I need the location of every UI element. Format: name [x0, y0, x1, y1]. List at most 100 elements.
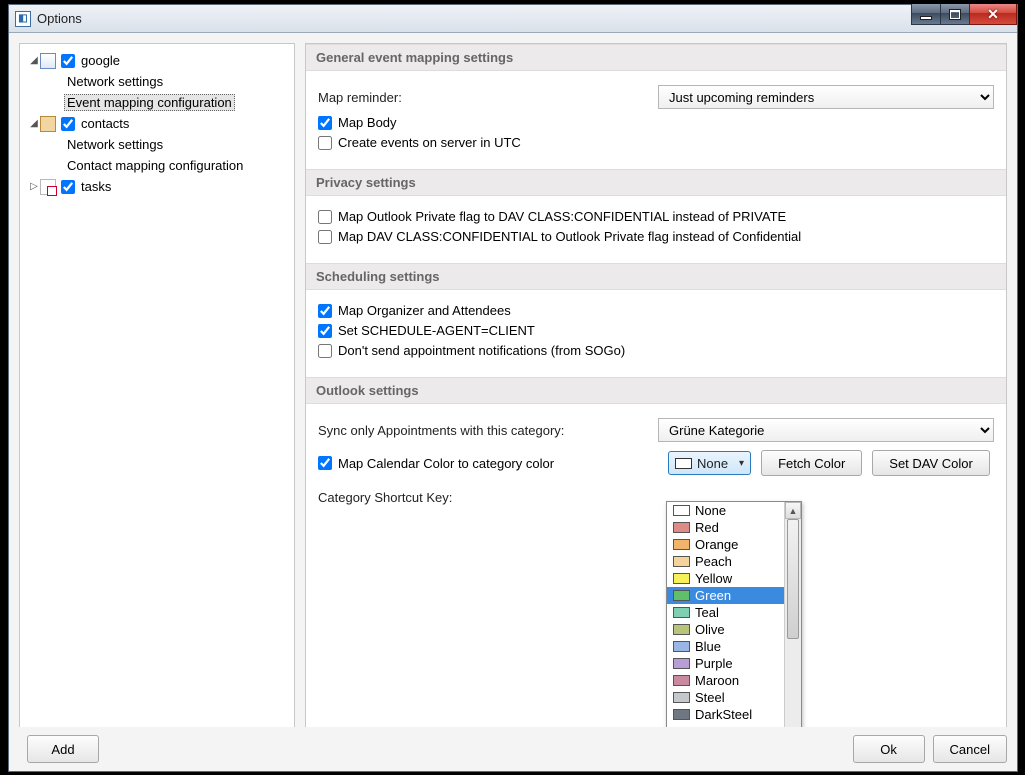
map-organizer-label: Map Organizer and Attendees	[338, 303, 511, 318]
close-button[interactable]: ✕	[969, 4, 1017, 25]
section-header-privacy: Privacy settings	[306, 169, 1006, 196]
contacts-icon	[40, 116, 56, 132]
color-dropdown[interactable]: None	[668, 451, 751, 475]
color-option-blue[interactable]: Blue	[667, 638, 784, 655]
footer: Add Ok Cancel	[9, 727, 1017, 771]
color-option-steel[interactable]: Steel	[667, 689, 784, 706]
schedule-agent-label: Set SCHEDULE-AGENT=CLIENT	[338, 323, 535, 338]
shortcut-key-label: Category Shortcut Key:	[318, 490, 658, 505]
scroll-up-button[interactable]: ▲	[785, 502, 801, 519]
color-dropdown-popup[interactable]: NoneRedOrange Peach Yellow Green Teal Olive Bl…	[666, 501, 802, 751]
color-swatch-icon	[673, 505, 690, 516]
color-swatch-icon	[673, 641, 690, 652]
color-swatch-icon	[673, 607, 690, 618]
titlebar[interactable]: ◧ Options ✕	[9, 5, 1017, 33]
fetch-color-button[interactable]: Fetch Color	[761, 450, 862, 476]
color-option-label: Teal	[695, 605, 719, 620]
tree-check-contacts[interactable]	[61, 117, 75, 131]
color-option-olive[interactable]: Olive	[667, 621, 784, 638]
utc-checkbox[interactable]	[318, 136, 332, 150]
tree-node-contacts-network[interactable]: Network settings	[24, 134, 290, 155]
expander-icon[interactable]: ▷	[28, 181, 40, 192]
set-dav-color-button[interactable]: Set DAV Color	[872, 450, 990, 476]
app-icon: ◧	[15, 11, 31, 27]
color-option-label: Orange	[695, 537, 738, 552]
window-title: Options	[37, 11, 82, 26]
suppress-notify-checkbox[interactable]	[318, 344, 332, 358]
color-swatch-icon	[673, 556, 690, 567]
map-organizer-checkbox[interactable]	[318, 304, 332, 318]
color-option-label: Green	[695, 588, 731, 603]
color-option-label: DarkSteel	[695, 707, 752, 722]
options-window: ◧ Options ✕ ◢ google Network settings Ev…	[8, 4, 1018, 772]
map-reminder-combo[interactable]: Just upcoming reminders	[658, 85, 994, 109]
map-body-checkbox[interactable]	[318, 116, 332, 130]
scroll-thumb[interactable]	[787, 519, 799, 639]
color-option-teal[interactable]: Teal	[667, 604, 784, 621]
privacy-confidential-checkbox[interactable]	[318, 210, 332, 224]
maximize-button[interactable]	[940, 4, 970, 25]
color-option-green[interactable]: Green	[667, 587, 784, 604]
color-list[interactable]: NoneRedOrange Peach Yellow Green Teal Olive Bl…	[667, 502, 784, 750]
color-swatch-icon	[673, 573, 690, 584]
color-option-label: None	[695, 503, 726, 518]
color-swatch-icon	[673, 522, 690, 533]
tree-label: contacts	[78, 115, 132, 132]
ok-button[interactable]: Ok	[853, 735, 925, 763]
body-area: ◢ google Network settings Event mapping …	[9, 33, 1017, 771]
cancel-button[interactable]: Cancel	[933, 735, 1007, 763]
color-option-peach[interactable]: Peach	[667, 553, 784, 570]
color-option-purple[interactable]: Purple	[667, 655, 784, 672]
color-swatch-icon	[673, 692, 690, 703]
tasks-icon	[40, 179, 56, 195]
tree-node-google[interactable]: ◢ google	[24, 50, 290, 71]
utc-label: Create events on server in UTC	[338, 135, 521, 150]
tree-check-google[interactable]	[61, 54, 75, 68]
color-option-label: Olive	[695, 622, 725, 637]
color-swatch-icon	[673, 624, 690, 635]
tree-label: google	[78, 52, 123, 69]
map-color-checkbox[interactable]	[318, 456, 332, 470]
tree-label: Network settings	[64, 73, 166, 90]
color-option-label: Blue	[695, 639, 721, 654]
color-option-label: Steel	[695, 690, 725, 705]
tree-label: tasks	[78, 178, 114, 195]
tree-node-google-network[interactable]: Network settings	[24, 71, 290, 92]
tree-check-tasks[interactable]	[61, 180, 75, 194]
color-option-maroon[interactable]: Maroon	[667, 672, 784, 689]
map-reminder-label: Map reminder:	[318, 90, 658, 105]
section-privacy: Map Outlook Private flag to DAV CLASS:CO…	[306, 196, 1006, 263]
color-option-none[interactable]: None	[667, 502, 784, 519]
section-header-outlook: Outlook settings	[306, 377, 1006, 404]
scrollbar[interactable]: ▲ ▼	[784, 502, 801, 750]
minimize-button[interactable]	[911, 4, 941, 25]
color-option-label: Purple	[695, 656, 733, 671]
profile-tree[interactable]: ◢ google Network settings Event mapping …	[19, 43, 295, 763]
expander-icon[interactable]: ◢	[28, 118, 40, 129]
sync-category-combo[interactable]: Grüne Kategorie	[658, 418, 994, 442]
window-controls: ✕	[912, 4, 1017, 25]
tree-node-contacts[interactable]: ◢ contacts	[24, 113, 290, 134]
privacy-reverse-label: Map DAV CLASS:CONFIDENTIAL to Outlook Pr…	[338, 229, 801, 244]
color-swatch-icon	[673, 709, 690, 720]
color-option-orange[interactable]: Orange	[667, 536, 784, 553]
map-color-label: Map Calendar Color to category color	[338, 456, 554, 471]
tree-node-google-eventmap[interactable]: Event mapping configuration	[24, 92, 290, 113]
schedule-agent-checkbox[interactable]	[318, 324, 332, 338]
privacy-reverse-checkbox[interactable]	[318, 230, 332, 244]
section-header-general: General event mapping settings	[306, 44, 1006, 71]
suppress-notify-label: Don't send appointment notifications (fr…	[338, 343, 625, 358]
tree-node-contacts-contactmap[interactable]: Contact mapping configuration	[24, 155, 290, 176]
tree-node-tasks[interactable]: ▷ tasks	[24, 176, 290, 197]
color-option-red[interactable]: Red	[667, 519, 784, 536]
color-option-label: Peach	[695, 554, 732, 569]
calendar-icon	[40, 53, 56, 69]
color-option-yellow[interactable]: Yellow	[667, 570, 784, 587]
color-swatch-icon	[673, 675, 690, 686]
section-header-scheduling: Scheduling settings	[306, 263, 1006, 290]
color-option-label: Yellow	[695, 571, 732, 586]
privacy-confidential-label: Map Outlook Private flag to DAV CLASS:CO…	[338, 209, 786, 224]
color-option-darksteel[interactable]: DarkSteel	[667, 706, 784, 723]
add-button[interactable]: Add	[27, 735, 99, 763]
expander-icon[interactable]: ◢	[28, 55, 40, 66]
